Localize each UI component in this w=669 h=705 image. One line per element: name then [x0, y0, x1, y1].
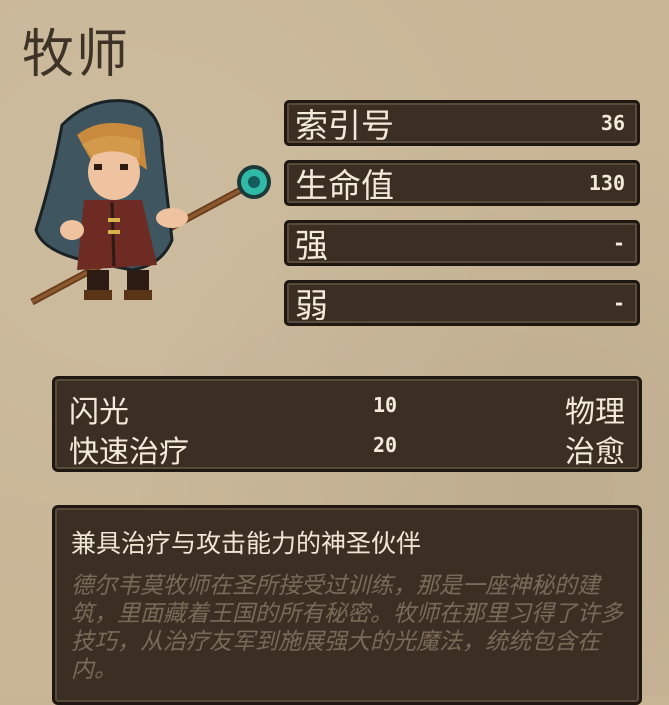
description-headline: 兼具治疗与攻击能力的神圣伙伴 — [71, 529, 422, 558]
skill-row: 闪光 10 物理 — [55, 387, 639, 430]
stat-label: 索引号 — [295, 106, 394, 145]
stat-label: 生命值 — [295, 166, 394, 205]
stat-value: - — [612, 231, 625, 255]
description-body: 德尔韦莫牧师在圣所接受过训练，那是一座神秘的建筑，里面藏着王国的所有秘密。牧师在… — [71, 573, 623, 683]
skill-row: 快速治疗 20 治愈 — [55, 427, 639, 470]
skill-type: 治愈 — [565, 435, 625, 470]
stat-label: 强 — [295, 226, 328, 265]
stat-row-hp: 生命值 130 — [284, 160, 640, 206]
stat-value: 130 — [588, 171, 625, 195]
stat-row-strong: 强 - — [284, 220, 640, 266]
stat-row-weak: 弱 - — [284, 280, 640, 326]
skill-type: 物理 — [565, 395, 625, 430]
stat-value: 36 — [600, 111, 625, 135]
stat-label: 弱 — [295, 286, 328, 325]
class-title: 牧师 — [22, 25, 131, 85]
priest-portrait — [30, 99, 271, 306]
stat-row-index: 索引号 36 — [284, 100, 640, 146]
skill-power: 20 — [373, 433, 398, 457]
skill-power: 10 — [373, 393, 398, 417]
skills-panel: 闪光 10 物理 快速治疗 20 治愈 — [52, 376, 642, 472]
skill-name: 快速治疗 — [69, 435, 189, 470]
skill-name: 闪光 — [69, 395, 129, 430]
stat-value: - — [612, 291, 625, 315]
description-panel: 兼具治疗与攻击能力的神圣伙伴 德尔韦莫牧师在圣所接受过训练，那是一座神秘的建筑，… — [52, 505, 642, 705]
